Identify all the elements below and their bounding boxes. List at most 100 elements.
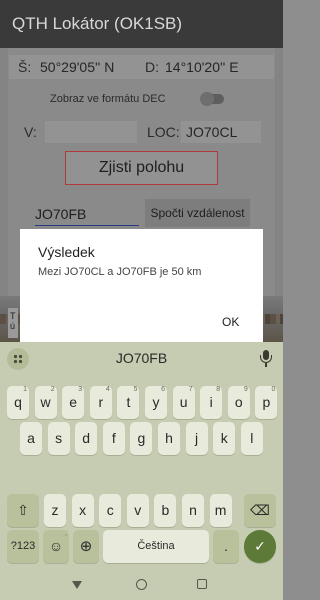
key-label: w <box>40 394 51 410</box>
key-number-hint: 5 <box>133 386 138 393</box>
key-g[interactable]: g <box>130 422 153 455</box>
emoji-key-hint: , <box>65 530 67 537</box>
key-y[interactable]: y6 <box>145 386 167 419</box>
key-l[interactable]: l <box>240 422 263 455</box>
loc-field[interactable]: JO70CL <box>180 120 262 144</box>
period-key[interactable]: . <box>213 530 239 563</box>
globe-icon: ⊕ <box>79 538 93 555</box>
back-icon[interactable] <box>72 581 82 589</box>
longitude-label: D: <box>145 59 159 75</box>
key-label: r <box>98 394 104 410</box>
key-s[interactable]: s <box>47 422 70 455</box>
key-v[interactable]: v <box>126 494 149 527</box>
key-label: k <box>220 430 228 446</box>
key-label: e <box>69 394 78 410</box>
key-r[interactable]: r4 <box>89 386 112 419</box>
calculate-distance-button[interactable]: Spočti vzdálenost <box>145 199 250 227</box>
key-label: g <box>137 430 146 446</box>
dialog-ok-button[interactable]: OK <box>222 315 239 329</box>
key-t[interactable]: t5 <box>117 386 140 419</box>
key-f[interactable]: f <box>102 422 125 455</box>
key-label: p <box>262 394 271 410</box>
partial-info-card: T ú <box>8 308 18 338</box>
microphone-icon[interactable] <box>258 350 274 368</box>
key-a[interactable]: a <box>20 422 42 455</box>
right-edge-panel <box>275 48 283 296</box>
v-field[interactable] <box>44 120 138 144</box>
key-o[interactable]: o9 <box>227 386 250 419</box>
key-label: q <box>14 394 22 410</box>
globe-key[interactable]: ⊕ <box>73 530 99 563</box>
backspace-key[interactable]: ⌫ <box>244 494 276 527</box>
key-number-hint: 1 <box>23 386 27 393</box>
latitude-value[interactable]: 50°29'05'' N <box>40 59 114 75</box>
home-icon[interactable] <box>136 579 147 590</box>
key-number-hint: 7 <box>188 386 193 393</box>
soft-keyboard: JO70FB q1w2e3r4t5y6u7i8o9p0asdfghjklzxcv… <box>0 342 283 572</box>
key-number-hint: 0 <box>271 386 276 393</box>
app-title: QTH Lokátor (OK1SB) <box>12 14 183 33</box>
loc-label: LOC: <box>147 124 180 140</box>
key-label: l <box>250 430 254 446</box>
mic-stand <box>260 355 272 363</box>
app-bar: QTH Lokátor (OK1SB) <box>0 0 283 48</box>
key-label: n <box>189 502 197 518</box>
key-h[interactable]: h <box>158 422 180 455</box>
key-label: f <box>111 430 116 446</box>
key-label: u <box>179 394 188 410</box>
key-m[interactable]: m <box>209 494 232 527</box>
key-x[interactable]: x <box>71 494 94 527</box>
space-key[interactable]: Čeština <box>103 530 209 563</box>
key-label: m <box>214 502 227 518</box>
emoji-key[interactable]: ☺ , <box>43 530 69 563</box>
mic-stem <box>265 363 267 367</box>
key-label: d <box>82 430 91 446</box>
key-label: j <box>195 430 199 446</box>
left-edge-panel <box>0 48 8 296</box>
result-dialog: Výsledek Mezi JO70CL a JO70FB je 50 km O… <box>20 229 263 342</box>
key-b[interactable]: b <box>154 494 177 527</box>
key-k[interactable]: k <box>213 422 236 455</box>
system-nav-bar <box>0 572 283 600</box>
key-label: h <box>165 430 173 446</box>
key-w[interactable]: w2 <box>34 386 57 419</box>
dec-format-toggle[interactable] <box>200 92 226 106</box>
key-label: z <box>51 502 59 518</box>
target-locator-input[interactable]: JO70FB <box>35 204 139 226</box>
shift-key[interactable]: ⇧ <box>7 494 39 527</box>
key-label: i <box>209 394 213 410</box>
locate-button[interactable]: Zjisti polohu <box>65 151 218 185</box>
key-n[interactable]: n <box>182 494 204 527</box>
key-label: y <box>152 394 160 410</box>
key-q[interactable]: q1 <box>7 386 29 419</box>
symbols-key[interactable]: ?123 <box>7 530 39 563</box>
key-label: x <box>79 502 87 518</box>
longitude-value[interactable]: 14°10'20'' E <box>165 59 239 75</box>
key-u[interactable]: u7 <box>172 386 195 419</box>
dialog-title: Výsledek <box>38 244 95 260</box>
key-c[interactable]: c <box>99 494 122 527</box>
key-d[interactable]: d <box>75 422 98 455</box>
key-number-hint: 6 <box>161 386 165 393</box>
key-i[interactable]: i8 <box>200 386 223 419</box>
key-j[interactable]: j <box>185 422 208 455</box>
key-number-hint: 3 <box>78 386 83 393</box>
toggle-knob <box>200 92 214 106</box>
key-z[interactable]: z <box>44 494 66 527</box>
key-label: t <box>126 394 131 410</box>
key-label: v <box>134 502 142 518</box>
key-e[interactable]: e3 <box>62 386 85 419</box>
suggestion-word[interactable]: JO70FB <box>0 350 283 366</box>
latitude-label: Š: <box>18 59 32 75</box>
key-label: s <box>55 430 63 446</box>
enter-key[interactable]: ✓ <box>244 530 276 563</box>
key-number-hint: 9 <box>243 386 248 393</box>
suggestion-bar: JO70FB <box>0 342 283 376</box>
recents-icon[interactable] <box>197 579 207 589</box>
key-p[interactable]: p0 <box>255 386 278 419</box>
key-number-hint: 4 <box>105 386 110 393</box>
loc-value: JO70CL <box>186 124 238 140</box>
key-label: c <box>106 502 114 518</box>
emoji-icon: ☺ <box>48 538 64 554</box>
key-number-hint: 2 <box>50 386 55 393</box>
